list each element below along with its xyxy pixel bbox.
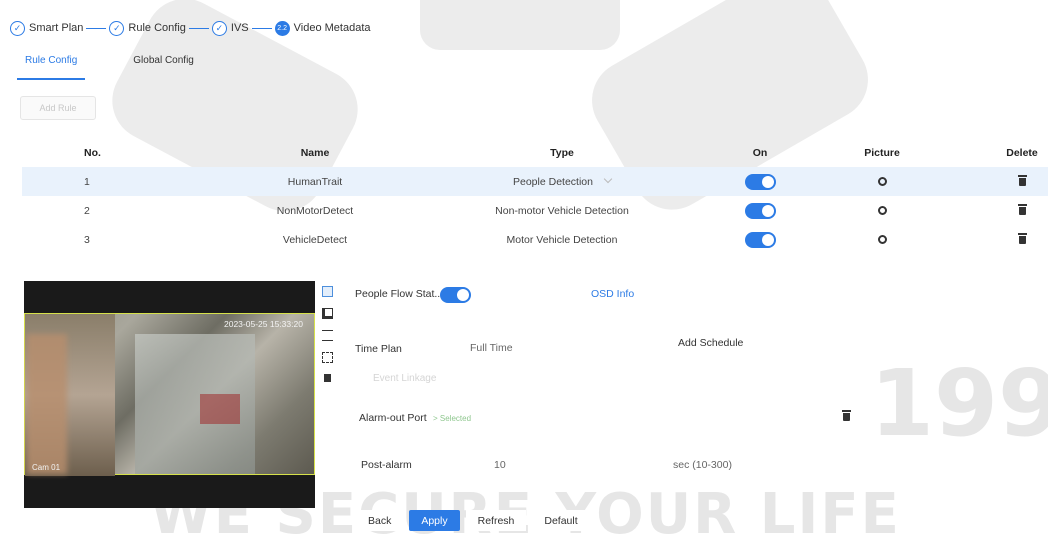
row-no: 1: [84, 175, 90, 188]
table-row[interactable]: 3 VehicleDetect Motor Vehicle Detection: [22, 225, 1048, 254]
row-delete-cell: [997, 174, 1047, 188]
row-on-cell: [740, 231, 780, 248]
refresh-button[interactable]: Refresh: [465, 510, 527, 531]
trash-icon[interactable]: [842, 410, 851, 421]
pixel-counter-icon[interactable]: [321, 330, 333, 341]
trash-icon[interactable]: [323, 374, 331, 382]
row-type: People Detection: [513, 175, 593, 188]
tab-rule-config[interactable]: Rule Config: [16, 52, 86, 80]
time-plan-label: Time Plan: [355, 343, 402, 355]
table-header: No. Name Type On Picture Delete: [22, 138, 1048, 167]
header-delete: Delete: [1006, 146, 1038, 159]
draw-line-icon[interactable]: [321, 308, 333, 319]
step-label: Video Metadata: [293, 22, 371, 34]
header-no: No.: [84, 146, 101, 159]
header-on: On: [752, 146, 768, 159]
wizard-steps: ✓ Smart Plan ✓ Rule Config ✓ IVS 2.2 Vid…: [10, 18, 371, 38]
step-connector: [251, 27, 272, 29]
header-picture: Picture: [864, 146, 900, 159]
step-connector: [188, 27, 209, 29]
video-timestamp: 2023-05-25 15:33:20: [224, 319, 303, 329]
step-label: Rule Config: [128, 22, 186, 34]
event-linkage-label: Event Linkage: [373, 373, 437, 384]
row-picture-cell: [842, 176, 922, 188]
alarm-out-label: Alarm-out Port: [359, 412, 427, 424]
row-name: HumanTrait: [287, 175, 343, 188]
step-smart-plan[interactable]: ✓ Smart Plan: [10, 20, 84, 36]
step-video-metadata[interactable]: 2.2 Video Metadata: [274, 20, 371, 36]
people-flow-label: People Flow Stat...: [355, 288, 444, 300]
tab-global-config[interactable]: Global Config: [129, 52, 198, 76]
drawing-toolbar: [320, 286, 334, 393]
step-label: Smart Plan: [29, 22, 84, 34]
step-label: IVS: [230, 22, 249, 34]
people-flow-toggle[interactable]: [440, 287, 471, 303]
table-row[interactable]: 2 NonMotorDetect Non-motor Vehicle Detec…: [22, 196, 1048, 225]
gear-icon[interactable]: [877, 177, 887, 187]
add-rule-button[interactable]: Add Rule: [20, 96, 96, 120]
time-plan-select[interactable]: Full Time: [470, 342, 513, 354]
gear-icon[interactable]: [877, 206, 887, 216]
row-type: Non-motor Vehicle Detection: [495, 204, 629, 217]
post-alarm-input[interactable]: 10: [494, 459, 506, 471]
default-button[interactable]: Default: [532, 510, 590, 531]
gear-icon[interactable]: [877, 235, 887, 245]
trash-icon[interactable]: [1017, 203, 1027, 215]
row-picture-cell: [842, 234, 922, 246]
row-delete-cell: [997, 232, 1047, 246]
rules-table: No. Name Type On Picture Delete 1 HumanT…: [22, 138, 1048, 254]
add-schedule-button[interactable]: Add Schedule: [678, 337, 743, 349]
row-no: 2: [84, 204, 90, 217]
apply-button[interactable]: Apply: [409, 510, 460, 531]
step-ivs[interactable]: ✓ IVS: [211, 20, 249, 36]
video-frame: [24, 313, 315, 476]
rule-enable-toggle[interactable]: [744, 173, 776, 190]
osd-info-link[interactable]: OSD Info: [591, 288, 634, 300]
footer-actions: Back Apply Refresh Default: [356, 510, 590, 531]
trash-icon[interactable]: [1017, 174, 1027, 186]
row-type: Motor Vehicle Detection: [506, 233, 618, 246]
step-check-icon: ✓: [211, 20, 227, 36]
step-rule-config[interactable]: ✓ Rule Config: [109, 20, 186, 36]
row-picture-cell: [842, 205, 922, 217]
row-delete-cell: [997, 203, 1047, 217]
step-check-icon: ✓: [10, 20, 25, 36]
header-name: Name: [300, 146, 330, 159]
target-filter-icon[interactable]: [321, 352, 333, 363]
config-tabs: Rule Config Global Config: [16, 52, 246, 80]
header-type: Type: [550, 146, 574, 159]
video-camera-label: Cam 01: [32, 463, 61, 472]
video-preview[interactable]: 2023-05-25 15:33:20 Cam 01: [24, 281, 315, 508]
row-name: VehicleDetect: [282, 233, 348, 246]
table-row[interactable]: 1 HumanTrait People Detection: [22, 167, 1048, 196]
rule-enable-toggle[interactable]: [744, 231, 776, 248]
step-connector: [86, 27, 107, 29]
row-on-cell: [740, 202, 780, 219]
row-no: 3: [84, 233, 90, 246]
step-number-icon: 2.2: [274, 20, 290, 36]
trash-icon[interactable]: [1017, 232, 1027, 244]
post-alarm-label: Post-alarm: [361, 459, 412, 471]
chevron-down-icon: [603, 174, 613, 183]
post-alarm-unit: sec (10-300): [673, 459, 732, 471]
back-button[interactable]: Back: [356, 510, 404, 531]
row-type-select[interactable]: People Detection: [462, 174, 662, 188]
step-check-icon: ✓: [109, 20, 125, 36]
alarm-out-select[interactable]: > Selected: [433, 414, 471, 423]
row-on-cell: [740, 173, 780, 190]
rule-enable-toggle[interactable]: [744, 202, 776, 219]
watermark-year: 1998: [870, 350, 1048, 457]
draw-area-icon[interactable]: [321, 286, 333, 297]
row-name: NonMotorDetect: [276, 204, 354, 217]
